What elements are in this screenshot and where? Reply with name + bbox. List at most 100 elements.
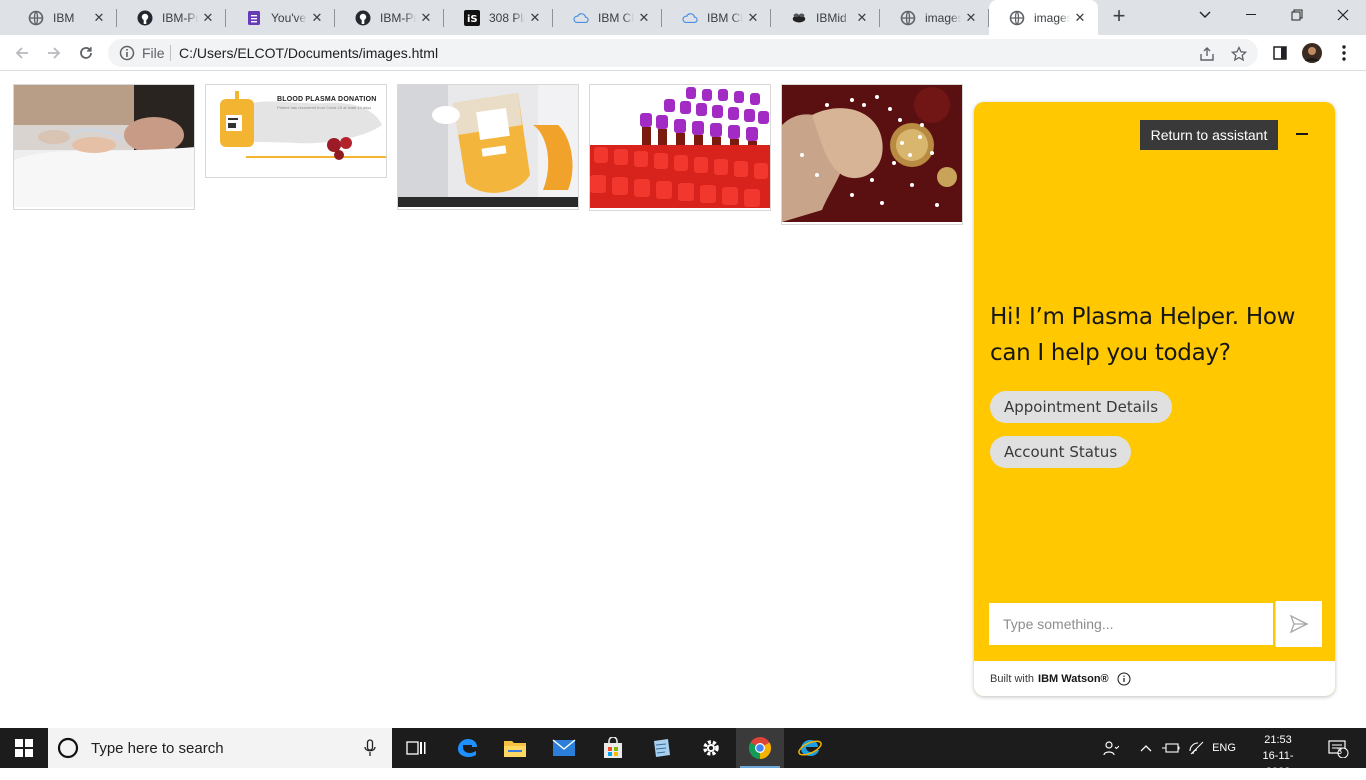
cloud-icon [573, 10, 589, 26]
browser-tab-active[interactable]: images.html ✕ [989, 0, 1098, 35]
task-view-button[interactable] [392, 728, 440, 768]
close-icon[interactable]: ✕ [89, 10, 109, 26]
browser-tab[interactable]: IBM-Project ✕ [335, 0, 444, 35]
browser-menu-button[interactable] [1332, 41, 1356, 65]
reload-button[interactable] [74, 41, 98, 65]
tab-title: images.html [1034, 10, 1070, 25]
new-tab-button[interactable]: + [1108, 5, 1130, 29]
browser-toolbar: File C:/Users/ELCOT/Documents/images.htm… [0, 35, 1366, 71]
side-panel-button[interactable] [1268, 41, 1292, 65]
github-icon [137, 10, 153, 26]
url-text[interactable]: C:/Users/ELCOT/Documents/images.html [179, 45, 438, 61]
reload-icon [80, 47, 92, 59]
minimize-icon [1246, 14, 1256, 15]
kebab-menu-icon [1342, 45, 1346, 61]
close-icon[interactable]: ✕ [634, 10, 654, 26]
chat-message-input[interactable] [989, 603, 1273, 645]
store-bag-icon [604, 737, 622, 758]
close-window-button[interactable] [1320, 0, 1366, 30]
restore-window-button[interactable] [1274, 0, 1320, 30]
people-icon[interactable] [1098, 728, 1124, 768]
chevron-down-icon [1199, 11, 1211, 18]
microphone-icon [364, 739, 376, 756]
address-bar[interactable]: File C:/Users/ELCOT/Documents/images.htm… [108, 39, 1258, 67]
start-button[interactable] [0, 728, 48, 768]
send-button[interactable] [1275, 601, 1322, 647]
assistant-chat-panel: Return to assistant Hi! I’m Plasma Helpe… [974, 102, 1335, 696]
close-icon[interactable]: ✕ [416, 10, 436, 26]
back-button[interactable] [10, 41, 34, 65]
system-clock[interactable]: 21:53 16-11-2022 [1252, 732, 1304, 780]
close-icon[interactable]: ✕ [852, 10, 872, 26]
scheme-label: File [142, 45, 165, 61]
notes-app-button[interactable] [638, 728, 686, 768]
mail-icon [552, 739, 576, 756]
share-icon[interactable] [1198, 45, 1216, 63]
store-button[interactable] [589, 728, 637, 768]
forms-icon [246, 10, 262, 26]
browser-tab[interactable]: iS 308 Plasma ✕ [444, 0, 553, 35]
assistant-greeting: Hi! I’m Plasma Helper. How can I help yo… [990, 304, 1296, 366]
option-appointment-details[interactable]: Appointment Details [990, 391, 1173, 423]
chrome-button[interactable] [736, 728, 784, 768]
browser-tab[interactable]: IBM Cloud ✕ [553, 0, 662, 35]
ibm-bee-icon [791, 10, 807, 26]
profile-avatar[interactable] [1300, 41, 1324, 65]
edge-legacy-button[interactable] [443, 728, 491, 768]
mail-button[interactable] [540, 728, 588, 768]
action-center-button[interactable]: 3 [1318, 728, 1358, 768]
chat-footer: Built with IBM Watson® [974, 661, 1335, 696]
battery-icon[interactable] [1160, 728, 1182, 768]
tab-search-button[interactable] [1182, 0, 1228, 30]
chat-input-wrapper [987, 601, 1275, 647]
side-panel-icon [1273, 46, 1287, 60]
settings-button[interactable] [687, 728, 735, 768]
gear-icon [703, 740, 719, 756]
cloud-icon [682, 10, 698, 26]
tab-title: IBM [53, 10, 75, 25]
browser-tab[interactable]: IBM-Project ✕ [117, 0, 226, 35]
footer-prefix: Built with [990, 672, 1035, 685]
close-icon[interactable]: ✕ [198, 10, 218, 26]
info-icon[interactable] [119, 45, 135, 66]
poster-subtitle: Patient has recovered from Covid-19 at l… [277, 105, 372, 110]
cortana-icon [57, 737, 79, 759]
folder-icon [504, 741, 526, 757]
close-icon[interactable]: ✕ [307, 10, 327, 26]
return-to-assistant-button[interactable]: Return to assistant [1140, 120, 1278, 150]
close-icon[interactable]: ✕ [743, 10, 763, 26]
avatar [1302, 43, 1322, 63]
info-icon[interactable] [1117, 672, 1131, 686]
close-icon[interactable]: ✕ [1070, 10, 1090, 26]
image-cells-antibodies [781, 84, 963, 225]
bookmark-star-icon[interactable] [1230, 45, 1248, 63]
svg-text:iS: iS [467, 14, 478, 25]
language-indicator[interactable]: ENG [1210, 728, 1238, 768]
internet-explorer-button[interactable] [786, 728, 834, 768]
show-hidden-icons-button[interactable] [1136, 728, 1156, 768]
clock-time: 21:53 [1264, 734, 1292, 746]
file-explorer-button[interactable] [491, 728, 539, 768]
is-icon: iS [464, 9, 480, 26]
option-account-status[interactable]: Account Status [990, 436, 1132, 468]
windows-taskbar: Type here to search ENG 21:53 16-11-2022… [0, 728, 1366, 778]
browser-tab[interactable]: IBM ✕ [8, 0, 117, 35]
browser-tab-strip: IBM ✕ IBM-Project ✕ You've a ✕ IBM-Proje… [0, 0, 1366, 35]
taskbar-search-box[interactable]: Type here to search [48, 728, 392, 768]
tab-title: IBM Cloud [707, 10, 743, 25]
browser-tab[interactable]: IBMid - Sign ✕ [771, 0, 880, 35]
arrow-left-icon [15, 47, 28, 59]
forward-button[interactable] [42, 41, 66, 65]
tab-title: 308 Plasma [489, 10, 525, 25]
close-icon[interactable]: ✕ [961, 10, 981, 26]
browser-tab[interactable]: You've a ✕ [226, 0, 335, 35]
close-icon[interactable]: ✕ [525, 10, 545, 26]
arrow-right-icon [48, 47, 61, 59]
tab-title: You've a [271, 10, 307, 25]
minimize-window-button[interactable] [1228, 0, 1274, 30]
windows-logo-icon [15, 739, 33, 757]
browser-tab[interactable]: IBM Cloud ✕ [662, 0, 771, 35]
browser-tab[interactable]: images.html ✕ [880, 0, 989, 35]
minimize-chat-button[interactable] [1293, 124, 1311, 144]
wifi-icon[interactable] [1186, 728, 1208, 768]
